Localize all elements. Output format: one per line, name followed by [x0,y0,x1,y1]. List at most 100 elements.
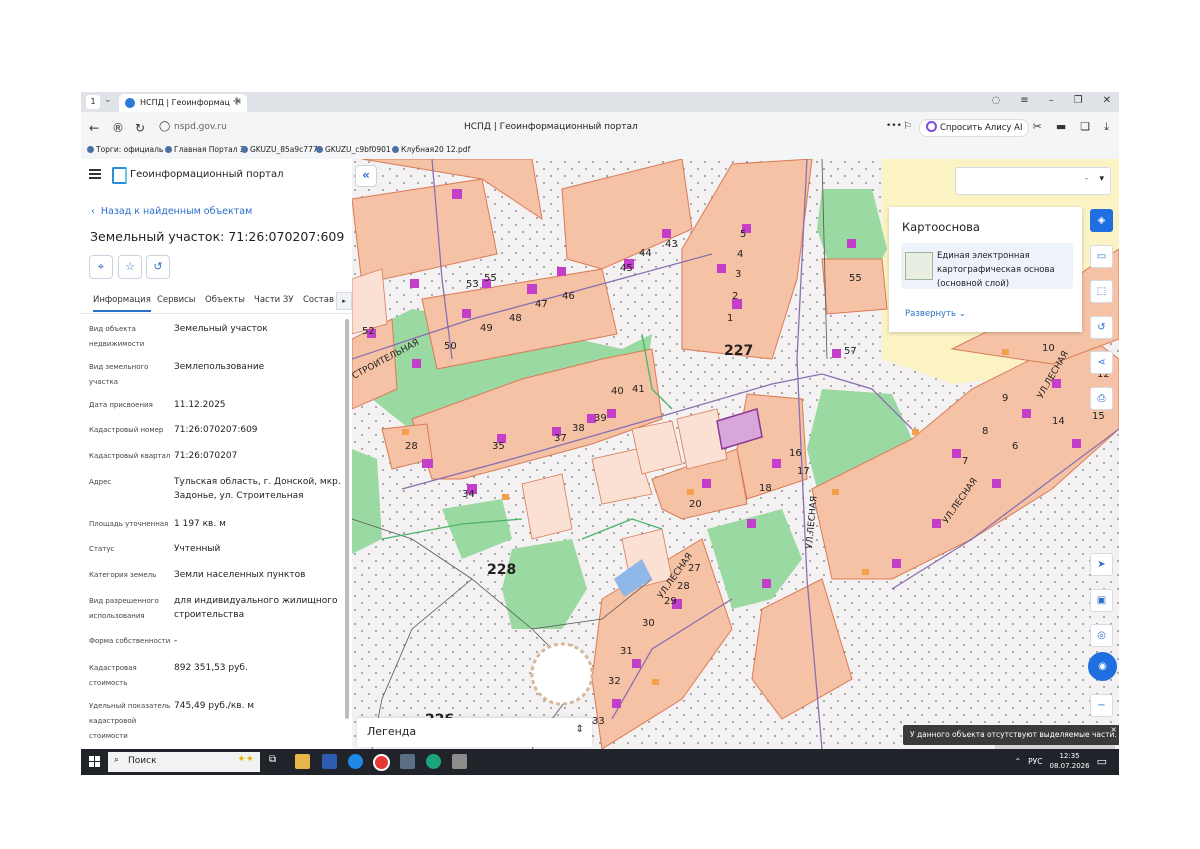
bookmark-item[interactable]: Главная Портал З [165,145,245,154]
measure-button[interactable]: ◎ [1090,624,1113,647]
url-field[interactable]: nspd.gov.ru [174,122,227,132]
print-button[interactable]: ⎙ [1090,387,1113,410]
attr-key: Площадь уточненная [89,520,169,528]
profile-icon[interactable]: ◌ [992,95,1001,106]
search-icon: ⌕ [114,755,120,765]
star-icon: ☆ [125,260,135,273]
tab-counter[interactable]: 1 [86,95,100,109]
tab-services[interactable]: Сервисы [157,295,195,305]
minimize-icon[interactable]: – [1049,95,1054,106]
taskbar-search-label: Поиск [128,756,157,766]
minimap-button[interactable]: ▣ [1090,589,1113,612]
history-map-button[interactable]: ↺ [1090,316,1113,339]
edge-icon[interactable] [426,754,441,769]
attr-value: - [174,636,178,646]
geolocation-button[interactable]: ➤ [1090,553,1113,576]
house-number: 34 [462,489,475,500]
assistant-button[interactable]: ◉ [1088,652,1117,681]
attr-value: 11.12.2025 [174,400,226,410]
calculator-icon[interactable] [400,754,415,769]
house-number: 10 [1042,343,1055,354]
taskbar-search[interactable]: ⌕ Поиск ✦✦ [108,752,260,772]
bookmark-item[interactable]: Торги: официаль [87,145,163,154]
app: Геоинформационный портал ‹ Назад к найде… [81,159,1119,749]
tab-objects[interactable]: Объекты [205,295,245,305]
close-toast-icon[interactable]: × [1110,720,1117,740]
collapse-panel-button[interactable]: « [355,165,377,187]
house-number: 57 [844,346,857,357]
attr-row: Дата присвоения 11.12.2025 [89,398,341,423]
locate-parcel-button[interactable]: ⌖ [89,255,113,279]
bookmark-item[interactable]: GKUZU_85a9c777 [241,145,318,154]
chevron-down-icon[interactable]: ⌄ [104,95,112,105]
house-number: 6 [1012,441,1018,452]
attr-row: Удельный показатель кадастровой стоимост… [89,699,341,740]
panel-scrollbar[interactable] [345,319,349,719]
expand-link[interactable]: Развернуть ⌄ [905,309,966,319]
basemap-layer-item[interactable]: Единая электронная картографическая осно… [901,243,1073,289]
ask-alisa-button[interactable]: Спросить Алису AI [919,119,1030,137]
tabs-scroll-right-icon[interactable]: ▸ [336,292,352,310]
house-number: 52 [362,326,375,337]
extensions-icon[interactable]: ✂ [1033,120,1042,134]
history-icon: ↺ [153,260,163,273]
zoom-out-button[interactable]: − [1090,694,1113,717]
yandex-browser-icon[interactable] [373,754,390,771]
word-icon[interactable] [322,754,337,769]
layers-button[interactable]: ◈ [1090,209,1113,232]
attributes-list: Вид объекта недвижимости Земельный участо… [89,322,341,740]
ie-icon[interactable] [348,754,363,769]
share-button[interactable]: ⋖ [1090,351,1113,374]
attr-row: Кадастровый квартал 71:26:070207 [89,449,341,475]
map-view[interactable]: 227 228 226 СТРОИТЕЛЬНАЯ УЛ.ЛЕСНАЯ УЛ.ЛЕ… [352,159,1119,749]
attr-key: Вид объекта недвижимости [89,325,145,348]
ruler-button[interactable]: ▭ [1090,245,1113,268]
language-indicator[interactable]: РУС [1028,757,1042,766]
back-arrow-icon[interactable]: ← [89,121,99,135]
house-number: 50 [444,341,457,352]
file-explorer-icon[interactable] [295,754,310,769]
bookmark-icon[interactable]: ⚐ [903,121,912,132]
bookmark-item[interactable]: GKUZU_c9bf0901 [316,145,391,154]
legend-bar[interactable]: Легенда ⇕ [357,718,592,747]
attr-key: Адрес [89,478,112,486]
tab-information[interactable]: Информация [93,295,151,312]
yandex-protect-icon[interactable]: ® [112,121,124,135]
bookmark-item[interactable]: Клубная20 12.pdf [392,145,470,154]
close-window-icon[interactable]: ✕ [1103,95,1111,106]
clock[interactable]: 12:35 08.07.2026 [1050,751,1090,771]
house-number: 18 [759,483,772,494]
task-view-icon[interactable]: ⧉ [269,754,284,769]
windows-start-icon[interactable] [89,756,100,767]
notifications-icon[interactable]: ▭ [1097,755,1107,768]
back-to-results-link[interactable]: ‹ Назад к найденным объектам [91,206,252,217]
tab-composition[interactable]: Состав [303,295,334,305]
browser-tab[interactable]: НСПД | Геоинформационный портал × [119,94,247,112]
more-icon[interactable]: ••• [886,121,902,131]
reload-icon[interactable]: ↻ [135,121,145,135]
house-number: 29 [664,596,677,607]
history-icon: ↺ [1097,322,1106,333]
collections-icon[interactable]: ❏ [1080,120,1090,134]
tab-parts[interactable]: Части ЗУ [254,295,294,305]
toolbar-icons: ✂ ▬ ❏ ⤓ [1033,120,1109,134]
favorite-button[interactable]: ☆ [118,255,142,279]
app-icon[interactable] [452,754,467,769]
map-search-select[interactable]: - ▾ [955,167,1111,195]
menu-icon[interactable]: ≡ [1020,95,1028,106]
hamburger-menu-icon[interactable] [89,169,101,181]
shield-icon[interactable]: ▬ [1056,120,1066,134]
select-area-button[interactable]: ⬚ [1090,280,1113,303]
portal-logo-icon [112,167,127,184]
download-icon[interactable]: ⤓ [1104,120,1109,134]
chevron-updown-icon[interactable]: ⇕ [576,724,584,735]
system-tray: ⌃ РУС 12:35 08.07.2026 ▭ [1014,751,1107,771]
chevron-down-icon[interactable]: ▾ [1099,174,1104,184]
print-icon: ⎙ [1097,393,1106,404]
assistant-icon: ◉ [1098,661,1107,672]
chevron-up-icon[interactable]: ⌃ [1014,757,1021,766]
new-tab-icon[interactable]: + [232,94,242,108]
attr-key: Категория земель [89,571,157,579]
history-button[interactable]: ↺ [146,255,170,279]
restore-icon[interactable]: ❐ [1074,95,1083,106]
